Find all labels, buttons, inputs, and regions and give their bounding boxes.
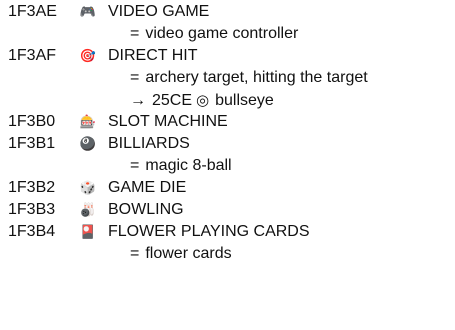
code-point: 1F3B3 [8, 201, 56, 218]
annotation-line: = flower cards [0, 242, 455, 264]
chart-entry: 1F3B2 🎲 GAME DIE [0, 176, 455, 198]
bullseye-icon: ◎ [196, 91, 210, 109]
code-point: 1F3AF [8, 47, 57, 64]
alias-marker: = [130, 157, 140, 174]
alias-marker: = [130, 245, 140, 262]
character-name: BOWLING [108, 201, 184, 218]
alias-text: archery target, hitting the target [145, 69, 368, 86]
cross-reference-name: bullseye [215, 92, 274, 109]
character-name: SLOT MACHINE [108, 113, 228, 130]
code-point: 1F3AE [8, 3, 57, 20]
alias-note: = archery target, hitting the target [130, 69, 368, 87]
annotation-line: = archery target, hitting the target [0, 66, 455, 88]
cross-reference-code: 25CE [152, 92, 193, 109]
cross-reference-arrow: → [130, 92, 146, 109]
alias-note: = flower cards [130, 245, 232, 263]
character-name: BILLIARDS [108, 135, 190, 152]
game-die-icon: 🎲 [79, 180, 97, 196]
character-name: FLOWER PLAYING CARDS [108, 223, 310, 240]
annotation-line: → 25CE ◎ bullseye [0, 88, 455, 110]
alias-marker: = [130, 25, 140, 42]
code-point: 1F3B4 [8, 223, 56, 240]
slot-machine-icon: 🎰 [79, 114, 97, 130]
character-name: DIRECT HIT [108, 47, 198, 64]
chart-entry: 1F3AE 🎮 VIDEO GAME [0, 0, 455, 22]
chart-entry: 1F3AF 🎯 DIRECT HIT [0, 44, 455, 66]
alias-text: video game controller [145, 25, 299, 42]
flower-playing-cards-icon: 🎴 [79, 224, 97, 240]
alias-text: flower cards [145, 245, 232, 262]
video-game-controller-icon: 🎮 [79, 4, 97, 20]
unicode-code-chart: 1F3AE 🎮 VIDEO GAME = video game controlle… [0, 0, 455, 330]
chart-entry: 1F3B1 🎱 BILLIARDS [0, 132, 455, 154]
alias-text: magic 8-ball [145, 157, 232, 174]
character-name: VIDEO GAME [108, 3, 210, 20]
code-point: 1F3B2 [8, 179, 56, 196]
cross-reference-note: → 25CE ◎ bullseye [130, 91, 274, 110]
chart-entry: 1F3B4 🎴 FLOWER PLAYING CARDS [0, 220, 455, 242]
alias-note: = video game controller [130, 25, 298, 43]
code-point: 1F3B0 [8, 113, 56, 130]
annotation-line: = video game controller [0, 22, 455, 44]
billiards-icon: 🎱 [79, 136, 97, 152]
alias-marker: = [130, 69, 140, 86]
character-name: GAME DIE [108, 179, 187, 196]
direct-hit-target-icon: 🎯 [79, 48, 97, 64]
alias-note: = magic 8-ball [130, 157, 232, 175]
code-point: 1F3B1 [8, 135, 56, 152]
chart-entry: 1F3B3 🎳 BOWLING [0, 198, 455, 220]
annotation-line: = magic 8-ball [0, 154, 455, 176]
chart-entry: 1F3B0 🎰 SLOT MACHINE [0, 110, 455, 132]
bowling-icon: 🎳 [79, 202, 97, 218]
